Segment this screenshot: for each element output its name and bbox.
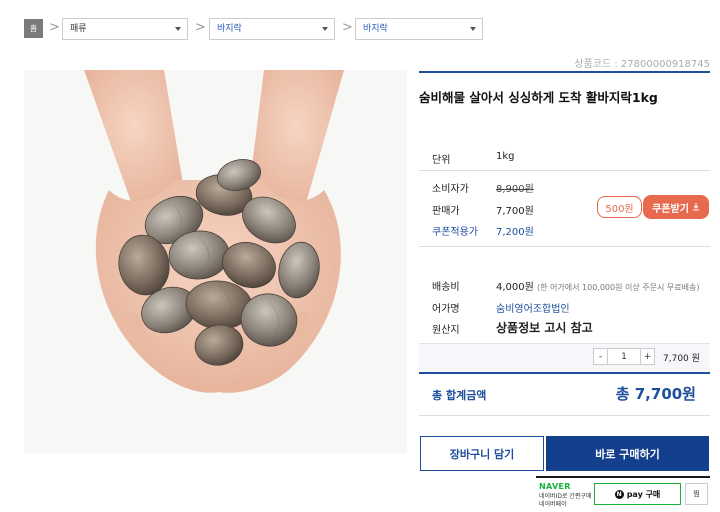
product-image [24,70,407,453]
origin-label: 원산지 [432,325,460,336]
coupon-amount-badge: 500원 [597,196,642,218]
total-label: 총 합계금액 [432,389,487,402]
shipping-note: (한 어가에서 100,000원 이상 주문시 무료배송) [537,283,700,292]
sale-price: 7,700원 [496,206,534,217]
naver-pay-button[interactable]: N pay 구매 [594,483,681,505]
download-icon [692,203,699,211]
coupon-price-label: 쿠폰적용가 [432,227,478,238]
download-coupon-label: 쿠폰받기 [652,203,689,215]
shipping-value: 4,000원 [496,282,534,293]
sale-price-label: 판매가 [432,206,460,217]
quantity-input[interactable]: 1 [608,348,640,365]
breadcrumb-separator: > [49,20,60,35]
divider [419,71,710,73]
category-select-2-label: 바지락 [217,24,242,34]
home-button[interactable]: 홈 [24,19,43,38]
category-select-3-label: 바지락 [363,24,388,34]
wishlist-button[interactable]: 찜 [685,483,708,505]
product-title: 숨비해물 살아서 싱싱하게 도착 활바지락1kg [419,90,658,105]
clams-in-hands-illustration [24,70,407,453]
consumer-price: 8,900원 [496,184,534,195]
category-select-1[interactable]: 패류 [62,18,188,40]
chevron-down-icon [470,27,476,31]
category-select-2[interactable]: 바지락 [209,18,335,40]
naver-pay-desc: 네이버페이 [539,501,567,508]
add-to-cart-button[interactable]: 장바구니 담기 [420,436,544,471]
category-select-3[interactable]: 바지락 [355,18,483,40]
unit-label: 단위 [432,155,451,166]
download-coupon-button[interactable]: 쿠폰받기 [643,195,709,219]
coupon-price: 7,200원 [496,227,534,238]
shipping-label: 배송비 [432,282,460,293]
unit-value: 1kg [496,151,515,162]
total-amount: 총 7,700원 [615,385,696,403]
chevron-down-icon [175,27,181,31]
divider [419,170,710,171]
quantity-plus-button[interactable]: + [640,348,655,365]
consumer-price-label: 소비자가 [432,184,469,195]
divider [536,476,710,478]
product-code: 상품코드 : 27800000918745 [574,59,710,70]
line-price: 7,700 원 [663,354,700,364]
divider [419,372,710,374]
origin-value: 상품정보 고시 참고 [496,321,593,335]
buy-now-button[interactable]: 바로 구매하기 [546,436,709,471]
chevron-down-icon [322,27,328,31]
naver-pay-label: pay 구매 [626,489,661,499]
divider [419,246,710,247]
shipping-value-row: 4,000원 (한 어가에서 100,000원 이상 주문시 무료배송) [496,278,699,293]
category-select-1-label: 패류 [70,24,87,34]
naver-pay-icon: N [614,489,624,499]
fisher-label: 어가명 [432,304,460,315]
breadcrumb-separator: > [195,20,206,35]
quantity-minus-button[interactable]: - [593,348,608,365]
fisher-link[interactable]: 숨비영어조합법인 [496,300,570,315]
naver-logo: NAVER [539,482,571,491]
breadcrumb-separator: > [342,20,353,35]
divider [419,415,710,416]
